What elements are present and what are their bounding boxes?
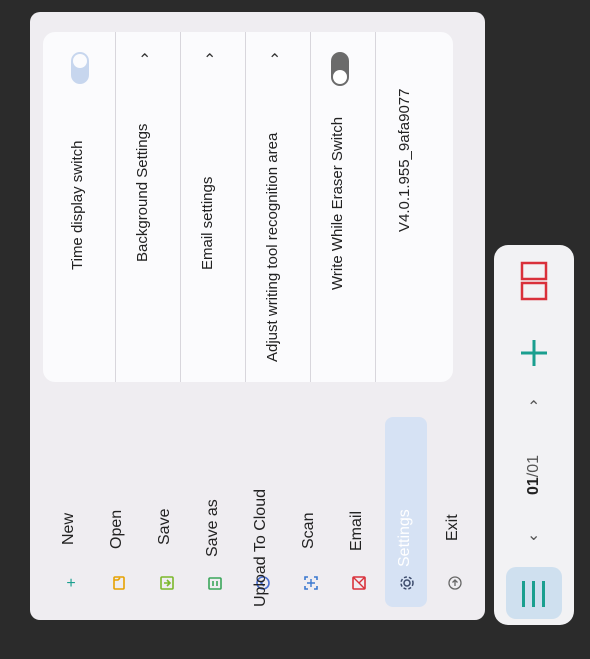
menu-label: Save as <box>204 499 221 557</box>
page-indicator: ⌃ 01/01 ⌄ <box>525 397 545 547</box>
menu-item-upload-cloud[interactable]: Upload To Cloud <box>242 397 282 612</box>
menu-label: Email <box>348 510 365 551</box>
settings-row-recognition-area[interactable]: ⌃ Adjust writing tool recognition area <box>246 32 311 382</box>
settings-row-label: Background Settings <box>134 123 151 262</box>
menu-item-scan[interactable]: Scan <box>290 397 330 612</box>
menu-label: Open <box>108 509 125 549</box>
page-total: 01 <box>525 454 542 473</box>
gear-icon <box>398 575 416 593</box>
menu-item-exit[interactable]: Exit <box>434 397 474 612</box>
split-screen-icon[interactable] <box>520 261 548 301</box>
menu-toggle-button[interactable] <box>506 567 562 619</box>
menu-label: Scan <box>300 512 317 549</box>
chevron-up-icon[interactable]: ⌃ <box>138 50 151 70</box>
page-toolbar: ⌃ 01/01 ⌄ <box>494 245 574 625</box>
settings-row-eraser[interactable]: Write While Eraser Switch <box>311 32 376 382</box>
menu-label: Save <box>156 508 173 545</box>
version-row: V4.0.1.955_9afa9077 <box>376 32 440 382</box>
chevron-up-icon[interactable]: ⌃ <box>527 397 540 417</box>
scan-icon <box>302 575 320 593</box>
time-display-toggle[interactable] <box>71 52 89 84</box>
eraser-switch-toggle[interactable] <box>331 52 349 86</box>
menu-bars-icon <box>532 581 535 607</box>
settings-row-label: Time display switch <box>69 140 86 270</box>
settings-row-time-display[interactable]: Time display switch <box>51 32 116 382</box>
email-icon <box>350 575 368 593</box>
settings-row-background[interactable]: ⌃ Background Settings <box>116 32 181 382</box>
menu-bars-icon <box>542 581 545 607</box>
page-current: 01 <box>525 477 542 495</box>
menu-item-save[interactable]: Save <box>146 397 186 612</box>
plus-icon: + <box>66 575 76 592</box>
save-icon <box>158 575 176 593</box>
settings-row-label: Write While Eraser Switch <box>329 116 346 290</box>
settings-row-label: Adjust writing tool recognition area <box>264 132 281 362</box>
menu-item-settings[interactable]: Settings <box>386 397 426 612</box>
version-label: V4.0.1.955_9afa9077 <box>396 88 413 232</box>
menu-label: Exit <box>444 514 461 541</box>
chevron-up-icon[interactable]: ⌃ <box>203 50 216 70</box>
save-as-icon <box>206 575 224 593</box>
menu-item-open[interactable]: Open <box>98 397 138 612</box>
folder-icon <box>110 575 128 593</box>
menu-label: Upload To Cloud <box>252 488 269 607</box>
exit-icon <box>446 575 464 593</box>
menu-bars-icon <box>522 581 525 607</box>
menu-item-save-as[interactable]: Save as <box>194 397 234 612</box>
page-counter: 01/01 <box>525 455 543 495</box>
page-separator: / <box>525 472 542 478</box>
settings-card: Time display switch ⌃ Background Setting… <box>43 32 453 382</box>
settings-row-label: Email settings <box>199 176 216 270</box>
menu-item-new[interactable]: + New <box>50 397 90 612</box>
menu-label: New <box>60 512 77 545</box>
menu-item-email[interactable]: Email <box>338 397 378 612</box>
chevron-down-icon[interactable]: ⌄ <box>527 525 540 545</box>
menu-label: Settings <box>396 509 413 567</box>
chevron-up-icon[interactable]: ⌃ <box>268 50 281 70</box>
settings-row-email[interactable]: ⌃ Email settings <box>181 32 246 382</box>
menu-panel: Time display switch ⌃ Background Setting… <box>30 12 485 620</box>
add-page-icon[interactable] <box>518 337 550 369</box>
